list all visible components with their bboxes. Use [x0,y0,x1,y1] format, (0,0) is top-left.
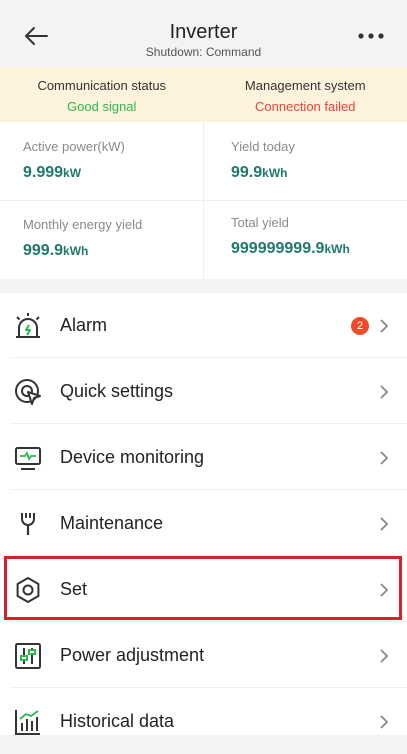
menu-divider [10,489,407,490]
communication-status-label: Communication status [0,77,204,95]
monthly-yield-unit: kWh [63,244,88,258]
chevron-right-icon [377,385,391,399]
menu-label-set: Set [60,579,87,600]
yield-today-value: 99.9 [231,164,262,181]
more-dots-icon [357,32,385,40]
menu-divider [10,357,407,358]
total-yield-value-line: 999999999.9kWh [231,240,407,258]
kpi-grid: Active power(kW) 9.999kW Yield today 99.… [0,122,407,279]
menu-item-alarm[interactable]: Alarm 2 [0,293,407,358]
management-system-value: Connection failed [204,98,407,116]
total-yield-unit: kWh [324,242,349,256]
total-yield-label: Total yield [231,214,407,232]
page-title: Inverter [0,20,407,44]
menu-label-quick-settings: Quick settings [60,381,173,402]
more-button[interactable] [353,24,389,48]
settings-hexagon-icon [12,574,44,606]
menu-item-quick-settings[interactable]: Quick settings [0,359,407,424]
communication-status-value: Good signal [0,98,204,116]
active-power-kpi: Active power(kW) 9.999kW [23,138,226,216]
monitor-icon [12,442,44,474]
maintenance-icon [12,508,44,540]
yield-today-value-line: 99.9kWh [231,164,407,182]
management-system-status: Management system Connection failed [204,67,407,122]
yield-today-unit: kWh [262,166,287,180]
alarm-light-icon [12,310,44,342]
app-header: Inverter Shutdown: Command [0,0,407,67]
power-adjustment-icon [12,640,44,672]
menu-divider [10,423,407,424]
menu-divider [10,621,407,622]
monthly-yield-kpi: Monthly energy yield 999.9kWh [23,216,226,294]
monthly-yield-value-line: 999.9kWh [23,242,226,260]
chevron-right-icon [377,583,391,597]
menu-label-power-adjustment: Power adjustment [60,645,204,666]
menu-item-device-monitoring[interactable]: Device monitoring [0,425,407,490]
menu-item-historical-data[interactable]: Historical data [0,689,407,754]
active-power-label: Active power(kW) [23,138,226,156]
chevron-right-icon [377,649,391,663]
historical-data-icon [12,706,44,738]
menu-item-set[interactable]: Set [0,557,407,622]
total-yield-value: 999999999.9 [231,240,324,257]
menu-divider [10,687,407,688]
active-power-unit: kW [63,166,81,180]
total-yield-kpi: Total yield 999999999.9kWh [231,214,407,292]
chevron-right-icon [377,517,391,531]
active-power-value-line: 9.999kW [23,164,226,182]
monthly-yield-label: Monthly energy yield [23,216,226,234]
title-block: Inverter Shutdown: Command [0,20,407,60]
yield-today-label: Yield today [231,138,407,156]
communication-status: Communication status Good signal [0,67,204,122]
yield-today-kpi: Yield today 99.9kWh [231,138,407,216]
status-bar: Communication status Good signal Managem… [0,67,407,122]
page-subtitle: Shutdown: Command [0,44,407,60]
menu-label-historical-data: Historical data [60,711,174,732]
menu-item-maintenance[interactable]: Maintenance [0,491,407,556]
monthly-yield-value: 999.9 [23,242,63,259]
menu-label-alarm: Alarm [60,315,107,336]
quick-settings-icon [12,376,44,408]
chevron-right-icon [377,451,391,465]
menu-label-maintenance: Maintenance [60,513,163,534]
chevron-right-icon [377,319,391,333]
active-power-value: 9.999 [23,164,63,181]
management-system-label: Management system [204,77,407,95]
menu-divider [10,555,407,556]
menu-label-device-monitoring: Device monitoring [60,447,204,468]
alarm-count-badge: 2 [351,317,369,335]
chevron-right-icon [377,715,391,729]
function-menu: Alarm 2 Quick settings Devic [0,293,407,735]
menu-item-power-adjustment[interactable]: Power adjustment [0,623,407,688]
